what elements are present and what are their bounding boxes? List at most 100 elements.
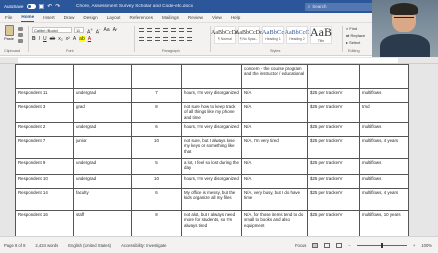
table-cell-name[interactable]: Respondent 11	[15, 88, 74, 103]
tab-help[interactable]: Help	[231, 15, 240, 22]
tab-mailings[interactable]: Mailings	[162, 15, 179, 22]
print-layout-icon[interactable]	[312, 242, 319, 248]
table-cell-comment[interactable]: hours, I'm very disorganized	[181, 122, 242, 137]
column-ruler[interactable]	[0, 57, 438, 64]
zoom-in-icon[interactable]: +	[413, 243, 415, 248]
document-area[interactable]: concern - the course program and the ins…	[0, 64, 438, 236]
table-cell-status[interactable]: grad	[73, 102, 132, 123]
table-cell-comment[interactable]	[181, 64, 242, 89]
tab-insert[interactable]: Insert	[43, 15, 55, 22]
line-spacing-icon[interactable]	[171, 37, 176, 41]
style-no-spacing[interactable]: AaBbCcDd ¶ No Spac...	[235, 26, 263, 44]
redo-icon[interactable]: ↷	[55, 4, 60, 10]
table-cell-contact[interactable]: $25 per trackerV	[307, 158, 360, 175]
zoom-level[interactable]: 100%	[421, 243, 432, 248]
align-center-icon[interactable]	[147, 37, 152, 41]
table-row[interactable]: Respondent 11 undergrad 7 hours, I'm very d…	[15, 88, 409, 103]
tab-review[interactable]: Review	[188, 15, 203, 22]
table-cell-name[interactable]: Respondent 10	[15, 174, 74, 189]
table-cell-comment[interactable]: not sure, but I always lose my keys or s…	[181, 136, 242, 159]
tab-design[interactable]: Design	[83, 15, 97, 22]
change-case-icon[interactable]: Aa	[104, 27, 110, 36]
table-row[interactable]: Respondent 16 staff 8 not alot, but I alway…	[15, 210, 409, 236]
table-cell-name[interactable]	[15, 64, 74, 89]
web-layout-icon[interactable]	[324, 242, 331, 248]
table-cell-notes[interactable]: N/A	[241, 158, 308, 175]
table-cell-count[interactable]: 5	[131, 158, 182, 175]
tab-draw[interactable]: Draw	[64, 15, 75, 22]
copy-icon[interactable]	[18, 33, 23, 37]
table-cell-status[interactable]: staff	[73, 210, 132, 236]
sort-icon[interactable]	[179, 28, 184, 32]
grow-font-icon[interactable]: A+	[87, 27, 93, 36]
table-cell-count[interactable]: 10	[131, 136, 182, 159]
page[interactable]: concern - the course program and the ins…	[15, 64, 409, 236]
show-marks-icon[interactable]	[187, 28, 192, 32]
strikethrough-icon[interactable]: ab	[50, 36, 56, 42]
table-cell-comment[interactable]: not alot, but I always need more for stu…	[181, 210, 242, 236]
table-cell-status[interactable]: junior	[73, 136, 132, 159]
table-row[interactable]: Respondent 14 faculty 6 My office is messy,…	[15, 188, 409, 211]
table-cell-notes[interactable]: N/A	[241, 174, 308, 189]
format-painter-icon[interactable]	[18, 39, 23, 43]
table-cell-notes[interactable]: N/A, for those items tend to do small to…	[241, 210, 308, 236]
table-cell-name[interactable]: Respondent 16	[15, 210, 74, 236]
zoom-slider[interactable]	[356, 242, 407, 248]
undo-icon[interactable]: ↶	[47, 4, 52, 10]
tab-references[interactable]: References	[130, 15, 154, 22]
table-cell-status[interactable]: undergrad	[73, 122, 132, 137]
table-cell-notes[interactable]: N/A	[241, 102, 308, 123]
superscript-icon[interactable]: x²	[66, 36, 70, 42]
table-row[interactable]: Respondent 7 junior 10 not sure, but I alwa…	[15, 136, 409, 159]
text-effects-icon[interactable]: A	[73, 36, 76, 42]
table-row[interactable]: concern - the course program and the ins…	[15, 64, 409, 89]
align-right-icon[interactable]	[155, 37, 160, 41]
align-left-icon[interactable]	[139, 37, 144, 41]
table-cell-name[interactable]: Respondent 9	[15, 158, 74, 175]
save-icon[interactable]: ▣	[39, 4, 45, 10]
table-cell-contact[interactable]: $25 per trackerV	[307, 174, 360, 189]
table-cell-notes[interactable]: N/A, I'm very tired	[241, 136, 308, 159]
accessibility-status[interactable]: Accessibility: Investigate	[121, 243, 166, 248]
table-cell-name[interactable]: Respondent 2	[15, 122, 74, 137]
tab-layout[interactable]: Layout	[107, 15, 121, 22]
ruler-track[interactable]	[18, 58, 398, 63]
table-cell-count[interactable]: 8	[131, 102, 182, 123]
subscript-icon[interactable]: x₂	[58, 36, 62, 42]
shrink-font-icon[interactable]: A-	[96, 27, 101, 36]
word-count[interactable]: 2,434 words	[35, 243, 58, 248]
table-cell-comment[interactable]: a lot, I feel so lost during the day	[181, 158, 242, 175]
table-cell-count[interactable]: 8	[131, 210, 182, 236]
style-title[interactable]: AaB Title	[310, 26, 332, 44]
clear-formatting-icon[interactable]: A̷	[113, 27, 116, 36]
borders-icon[interactable]	[187, 37, 192, 41]
font-name-box[interactable]: Calibri (Body)	[32, 27, 72, 33]
table-cell-status[interactable]: undergrad	[73, 88, 132, 103]
table-row[interactable]: Respondent 2 undergrad 6 hours, I'm very di…	[15, 122, 409, 137]
bold-icon[interactable]: B	[32, 36, 36, 42]
table-cell-status[interactable]: undergrad	[73, 158, 132, 175]
select-button[interactable]: ▸ Select	[346, 40, 365, 45]
table-cell-extra[interactable]: multiflows, 4 years	[359, 136, 409, 159]
zoom-out-icon[interactable]: −	[348, 243, 350, 248]
table-cell-extra[interactable]: multiflows	[359, 122, 409, 137]
shading-icon[interactable]	[179, 37, 184, 41]
table-cell-count[interactable]	[131, 64, 182, 89]
table-cell-count[interactable]: 7	[131, 88, 182, 103]
focus-button[interactable]: Focus	[295, 243, 306, 248]
italic-icon[interactable]: I	[39, 36, 40, 42]
survey-table[interactable]: concern - the course program and the ins…	[15, 64, 409, 236]
style-normal[interactable]: AaBbCcDd ¶ Normal	[211, 26, 239, 44]
read-mode-icon[interactable]	[336, 242, 343, 248]
table-cell-notes[interactable]: N/A	[241, 122, 308, 137]
table-cell-comment[interactable]: hours, I'm very disorganized	[181, 88, 242, 103]
highlight-icon[interactable]: ab	[79, 36, 85, 42]
table-cell-extra[interactable]: multiflows	[359, 174, 409, 189]
numbering-icon[interactable]	[147, 28, 152, 32]
proofing-language[interactable]: English (United States)	[68, 243, 111, 248]
table-row[interactable]: Respondent 9 undergrad 5 a lot, I feel so l…	[15, 158, 409, 175]
table-cell-extra[interactable]: multiflows	[359, 88, 409, 103]
table-cell-contact[interactable]	[307, 64, 360, 89]
table-cell-extra[interactable]: multiflows, 4 years	[359, 188, 409, 211]
table-cell-status[interactable]: undergrad	[73, 174, 132, 189]
